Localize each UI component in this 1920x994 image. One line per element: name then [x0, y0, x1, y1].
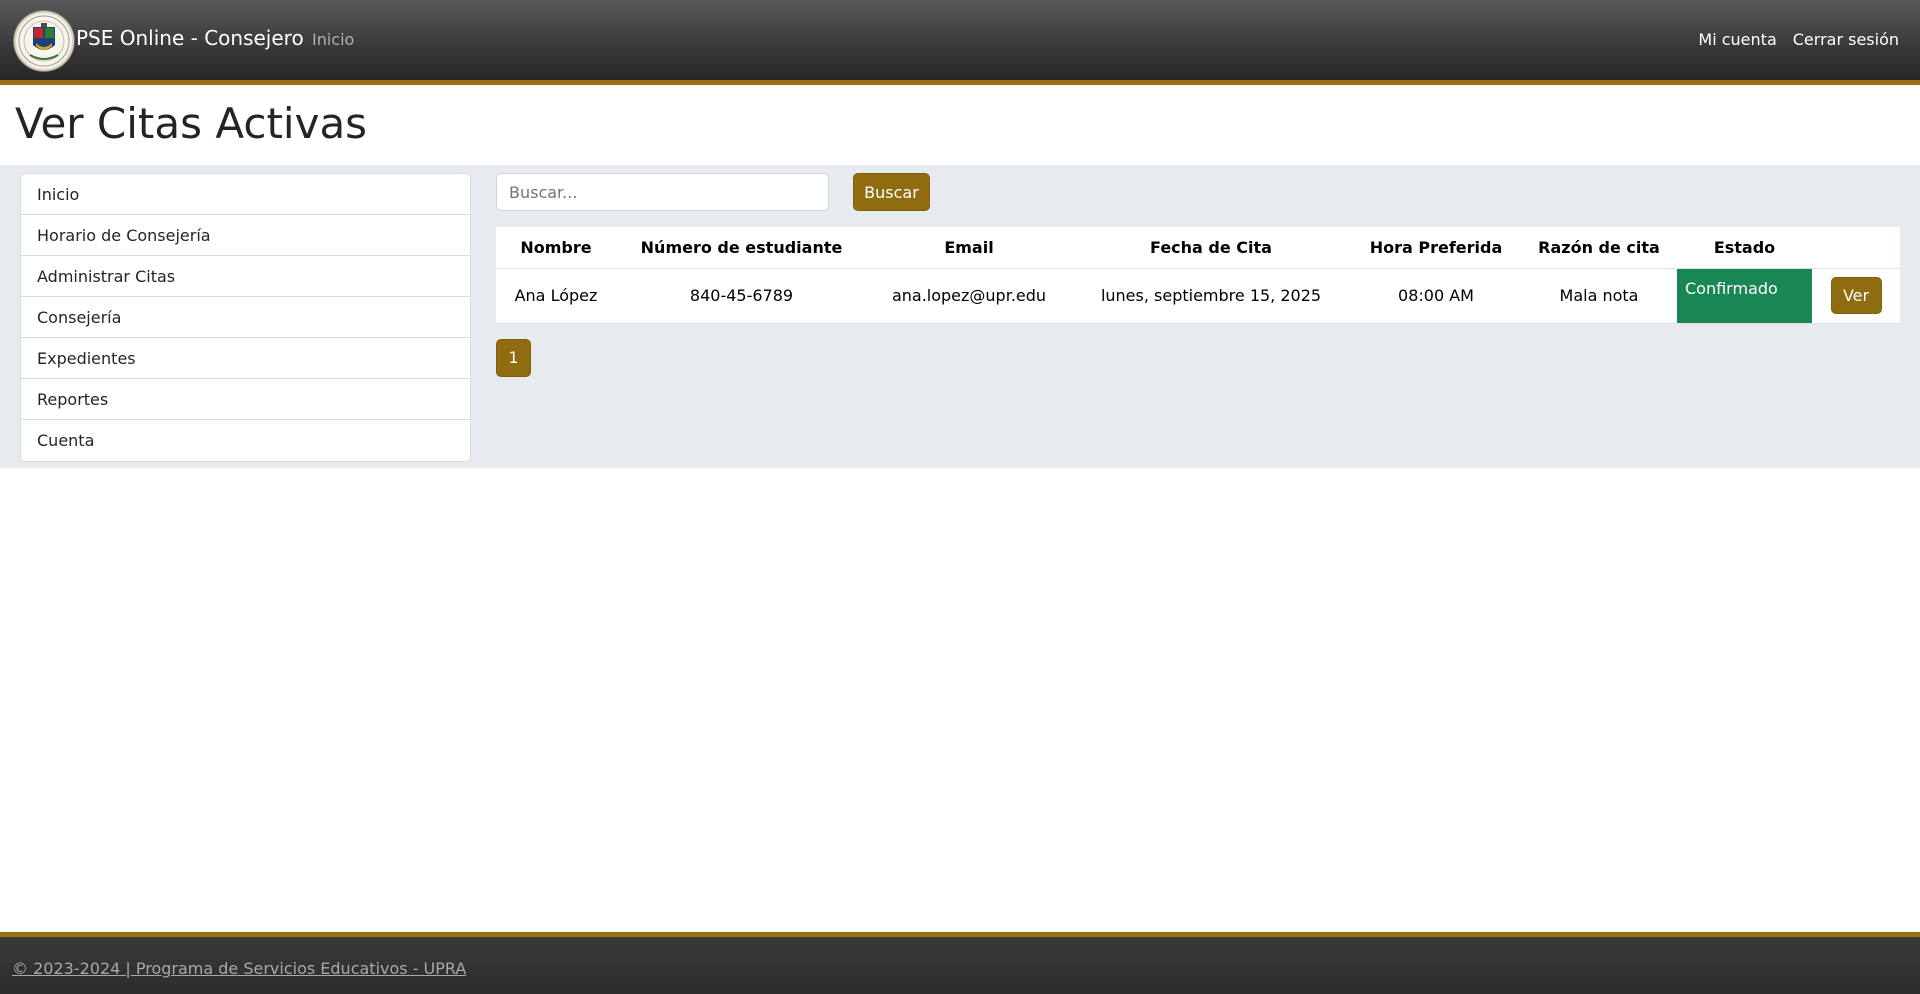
- sidebar-item-administrar-citas[interactable]: Administrar Citas: [21, 256, 470, 297]
- footer: © 2023-2024 | Programa de Servicios Educ…: [0, 932, 1920, 994]
- search-input[interactable]: [496, 173, 829, 211]
- nav-right-group: Mi cuenta Cerrar sesión: [1698, 30, 1899, 49]
- page-title: Ver Citas Activas: [15, 99, 368, 148]
- view-button[interactable]: Ver: [1830, 277, 1882, 314]
- sidebar-item-consejeria[interactable]: Consejería: [21, 297, 470, 338]
- cell-hora: 08:00 AM: [1351, 268, 1521, 324]
- search-button[interactable]: Buscar: [853, 173, 930, 211]
- footer-link[interactable]: © 2023-2024 | Programa de Servicios Educ…: [12, 959, 466, 978]
- col-header-estado: Estado: [1677, 227, 1812, 269]
- table-header-row: Nombre Número de estudiante Email Fecha …: [496, 227, 1900, 269]
- cell-fecha: lunes, septiembre 15, 2025: [1071, 268, 1351, 324]
- main-content: Inicio Horario de Consejería Administrar…: [0, 165, 1920, 468]
- appointments-table: Nombre Número de estudiante Email Fecha …: [496, 227, 1900, 324]
- sidebar-item-expedientes[interactable]: Expedientes: [21, 338, 470, 379]
- cell-nombre: Ana López: [496, 268, 616, 324]
- upra-seal-logo[interactable]: [14, 11, 74, 71]
- col-header-actions: [1812, 227, 1900, 269]
- sidebar-menu: Inicio Horario de Consejería Administrar…: [20, 173, 471, 462]
- app-brand[interactable]: PSE Online - Consejero: [76, 26, 304, 50]
- col-header-nombre: Nombre: [496, 227, 616, 269]
- cell-email: ana.lopez@upr.edu: [867, 268, 1071, 324]
- col-header-email: Email: [867, 227, 1071, 269]
- cell-razon: Mala nota: [1521, 268, 1677, 324]
- sidebar-item-reportes[interactable]: Reportes: [21, 379, 470, 420]
- cell-numero: 840-45-6789: [616, 268, 867, 324]
- sidebar-item-horario-consejeria[interactable]: Horario de Consejería: [21, 215, 470, 256]
- nav-link-mi-cuenta[interactable]: Mi cuenta: [1698, 30, 1776, 49]
- sidebar-item-cuenta[interactable]: Cuenta: [21, 420, 470, 461]
- col-header-numero: Número de estudiante: [616, 227, 867, 269]
- table-row: Ana López 840-45-6789 ana.lopez@upr.edu …: [496, 268, 1900, 324]
- sidebar-item-inicio[interactable]: Inicio: [21, 174, 470, 215]
- cell-actions: Ver: [1812, 268, 1900, 324]
- col-header-hora: Hora Preferida: [1351, 227, 1521, 269]
- col-header-razon: Razón de cita: [1521, 227, 1677, 269]
- status-badge: Confirmado: [1677, 268, 1812, 324]
- nav-link-inicio[interactable]: Inicio: [312, 30, 354, 49]
- pagination-page-1[interactable]: 1: [496, 339, 531, 377]
- nav-link-cerrar-sesion[interactable]: Cerrar sesión: [1793, 30, 1899, 49]
- top-navbar: PSE Online - Consejero Inicio Mi cuenta …: [0, 0, 1920, 85]
- col-header-fecha: Fecha de Cita: [1071, 227, 1351, 269]
